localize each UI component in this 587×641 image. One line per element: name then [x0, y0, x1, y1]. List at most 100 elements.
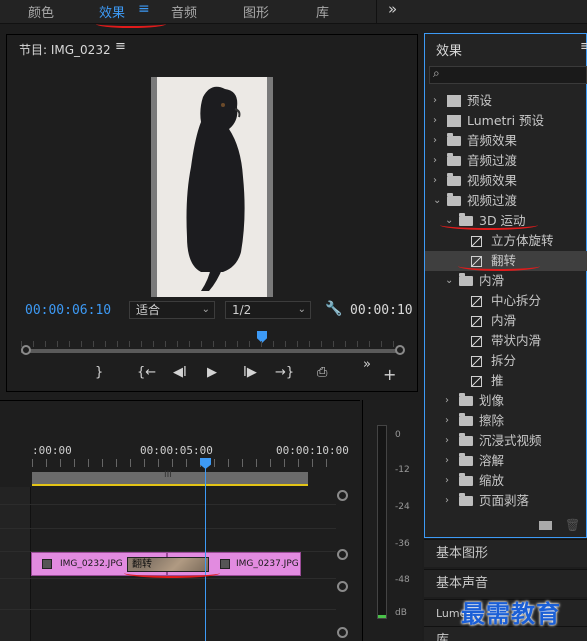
- time-ruler[interactable]: [32, 459, 337, 467]
- effects-tree-item[interactable]: › 音频效果: [425, 131, 587, 151]
- current-timecode[interactable]: 00:00:06:10: [25, 303, 111, 318]
- dog-image: [151, 77, 273, 297]
- go-to-in-button[interactable]: {←: [137, 365, 156, 380]
- work-area-bar[interactable]: III: [32, 470, 308, 484]
- effects-panel-title: 效果: [436, 44, 463, 59]
- chevron-down-icon[interactable]: ⌄: [445, 271, 453, 291]
- effects-tree-item[interactable]: 立方体旋转: [425, 231, 587, 251]
- effects-search-input[interactable]: ⌕: [429, 66, 587, 84]
- new-bin-icon[interactable]: [539, 521, 552, 530]
- chevron-right-icon[interactable]: ›: [445, 391, 449, 411]
- resolution-select[interactable]: 1/2 ⌄: [225, 301, 311, 319]
- folder-icon: [459, 413, 473, 426]
- essential-graphics-panel[interactable]: 基本图形: [424, 539, 587, 567]
- annotation-underline: [96, 20, 166, 28]
- workspace-tab-effects[interactable]: 效果: [99, 2, 125, 21]
- annotation-underline: [458, 261, 540, 271]
- step-forward-button[interactable]: I▶: [243, 365, 257, 380]
- chevron-right-icon[interactable]: ›: [433, 91, 437, 111]
- chevron-right-icon[interactable]: ›: [445, 431, 449, 451]
- effects-tree-label: 划像: [479, 393, 505, 408]
- scroll-handle[interactable]: [337, 581, 348, 592]
- go-to-out-button[interactable]: →}: [275, 365, 294, 380]
- annotation-underline: [440, 220, 538, 230]
- workspace-tab-libraries[interactable]: 库: [316, 2, 329, 21]
- effects-tree-item[interactable]: › 视频效果: [425, 171, 587, 191]
- effects-tree-item[interactable]: ⌄ 内滑: [425, 271, 587, 291]
- step-back-button[interactable]: ◀I: [173, 365, 187, 380]
- chevron-right-icon[interactable]: ›: [445, 451, 449, 471]
- program-menu-icon[interactable]: ≡: [115, 39, 126, 54]
- scroll-handle[interactable]: [337, 549, 348, 560]
- effects-tree-item[interactable]: › 缩放: [425, 471, 587, 491]
- timeline-playhead[interactable]: [205, 459, 206, 641]
- effects-tree-item[interactable]: › 预设: [425, 91, 587, 111]
- zoom-select[interactable]: 适合 ⌄: [129, 301, 215, 319]
- workspace-tab-graphics[interactable]: 图形: [243, 2, 269, 21]
- track-divider: [0, 504, 336, 505]
- add-button-icon[interactable]: +: [383, 365, 396, 384]
- effects-tree-item[interactable]: 内滑: [425, 311, 587, 331]
- workspace-tab-audio[interactable]: 音频: [171, 2, 197, 21]
- scroll-handle[interactable]: [337, 627, 348, 638]
- folder-icon: [447, 153, 461, 166]
- chevron-down-icon: ⌄: [297, 304, 306, 315]
- program-monitor-title: 节目: IMG_0232: [19, 43, 111, 57]
- timeline-playhead-handle[interactable]: [200, 458, 211, 469]
- clip-label: IMG_0237.JPG: [236, 559, 299, 569]
- effects-tree-item[interactable]: 拆分: [425, 351, 587, 371]
- more-controls-icon[interactable]: »: [363, 357, 371, 372]
- effects-tree-item[interactable]: › 溶解: [425, 451, 587, 471]
- effects-tree-item[interactable]: › Lumetri 预设: [425, 111, 587, 131]
- folder-icon: [459, 433, 473, 446]
- trash-icon[interactable]: 🗑: [565, 518, 580, 532]
- scroll-handle[interactable]: [337, 490, 348, 501]
- effects-tree-item[interactable]: 带状内滑: [425, 331, 587, 351]
- fx-icon: [220, 559, 230, 569]
- effects-menu-icon[interactable]: ≡: [580, 39, 587, 54]
- scrub-end-handle[interactable]: [395, 345, 405, 355]
- ruler-label-mid: 00:00:05:00: [140, 444, 213, 457]
- effects-tree-item[interactable]: 推: [425, 371, 587, 391]
- chevron-right-icon[interactable]: ›: [433, 171, 437, 191]
- effects-tree-item[interactable]: › 擦除: [425, 411, 587, 431]
- chevron-right-icon[interactable]: ›: [433, 111, 437, 131]
- folder-icon: [459, 493, 473, 506]
- export-frame-icon[interactable]: ⎙: [317, 365, 327, 380]
- play-button[interactable]: ▶: [207, 365, 217, 380]
- search-icon: ⌕: [433, 66, 440, 80]
- effects-tree-item[interactable]: 中心拆分: [425, 291, 587, 311]
- workspace-bar: 颜色 效果 ≡ 音频 图形 库 »: [0, 0, 587, 24]
- effects-tree-label: 视频过渡: [467, 193, 518, 208]
- chevron-down-icon: ⌄: [201, 304, 210, 315]
- workspace-tab-color[interactable]: 颜色: [28, 2, 54, 21]
- mark-out-button[interactable]: }: [95, 365, 103, 380]
- db-label: dB: [395, 608, 407, 618]
- transition-effect-icon: [471, 336, 482, 347]
- more-workspaces-icon[interactable]: »: [388, 0, 397, 18]
- effects-tree-item[interactable]: › 沉浸式视频: [425, 431, 587, 451]
- chevron-down-icon[interactable]: ⌄: [433, 191, 441, 211]
- effects-tree-label: 拆分: [491, 353, 517, 368]
- folder-icon: [447, 173, 461, 186]
- workspace-menu-icon[interactable]: ≡: [138, 1, 150, 17]
- chevron-right-icon[interactable]: ›: [433, 131, 437, 151]
- effects-tree-item[interactable]: ⌄ 视频过渡: [425, 191, 587, 211]
- ruler-label-start: :00:00: [32, 444, 72, 457]
- track-headers: [0, 487, 31, 641]
- essential-sound-panel[interactable]: 基本声音: [424, 569, 587, 597]
- chevron-right-icon[interactable]: ›: [445, 411, 449, 431]
- chevron-right-icon[interactable]: ›: [433, 151, 437, 171]
- scrub-start-handle[interactable]: [21, 345, 31, 355]
- effects-tree-label: 推: [491, 373, 504, 388]
- effects-tree-item[interactable]: › 划像: [425, 391, 587, 411]
- duration-timecode: 00:00:10: [350, 303, 413, 318]
- effects-tree-item[interactable]: › 页面剥落: [425, 491, 587, 511]
- chevron-right-icon[interactable]: ›: [445, 491, 449, 511]
- annotation-underline: [124, 568, 220, 578]
- effects-tree-item[interactable]: › 音频过渡: [425, 151, 587, 171]
- scrub-bar[interactable]: [21, 349, 401, 353]
- chevron-right-icon[interactable]: ›: [445, 471, 449, 491]
- db-label: -12: [395, 465, 410, 475]
- wrench-icon[interactable]: 🔧: [325, 301, 342, 317]
